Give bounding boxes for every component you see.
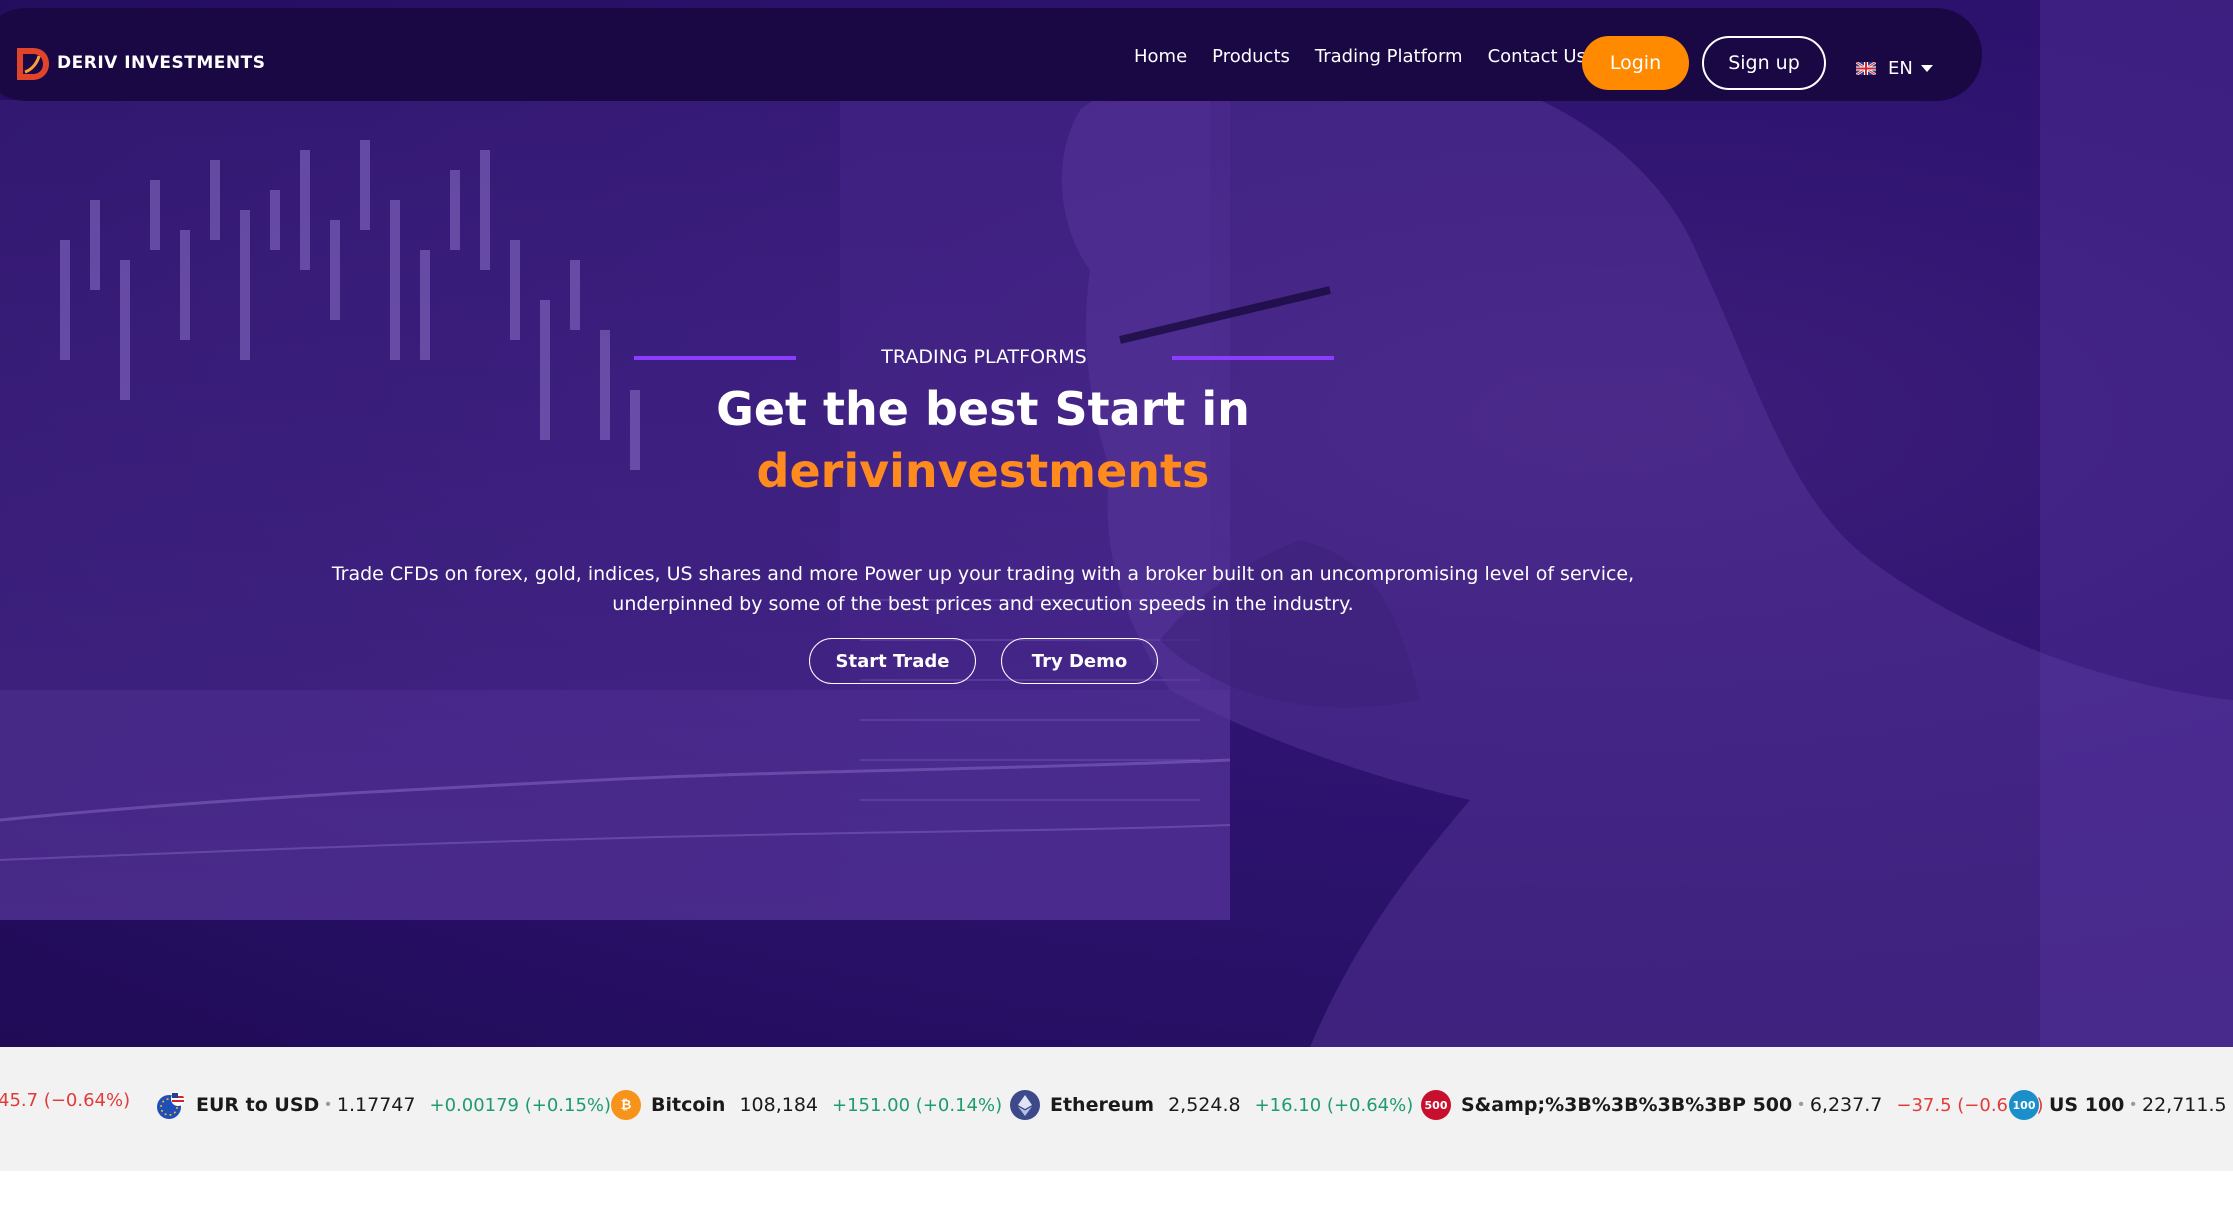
ticker-name: US 100 (2049, 1094, 2125, 1116)
us100-icon: 100 (2009, 1090, 2039, 1120)
ticker-item[interactable]: EUR to USD • 1.17747 +0.00179 (+0.15%) (156, 1090, 611, 1120)
nav-links: Home Products Trading Platform Contact U… (1134, 46, 1611, 67)
nav-link-trading-platform[interactable]: Trading Platform (1315, 46, 1463, 67)
ticker-price: 6,237.7 (1809, 1094, 1883, 1116)
market-ticker: 45.7 (−0.64%) EUR to USD • 1.17747 +0.00… (0, 1047, 2233, 1171)
brand-logo[interactable]: DERIV INVESTMENTS (13, 44, 265, 82)
ticker-change: 45.7 (−0.64%) (0, 1090, 131, 1111)
ticker-change: +0.00179 (+0.15%) (429, 1094, 612, 1116)
hero-headline-brand: derivinvestments (756, 444, 1210, 498)
language-code: EN (1888, 58, 1913, 79)
top-navbar: DERIV INVESTMENTS Home Products Trading … (0, 8, 1982, 101)
ticker-separator: • (2130, 1096, 2136, 1113)
ticker-name: EUR to USD (196, 1094, 320, 1116)
bitcoin-icon: ₿ (611, 1090, 641, 1120)
ticker-name: S&amp;%3B%3B%3B%3BP 500 (1461, 1094, 1793, 1116)
ticker-item[interactable]: 45.7 (−0.64%) (0, 1090, 130, 1111)
hero-background-art (0, 0, 2233, 1047)
hero-headline: Get the best Start in (716, 382, 1250, 436)
ethereum-icon (1010, 1090, 1040, 1120)
ticker-item[interactable]: 100 US 100 • 22,711.5 (2009, 1090, 2227, 1120)
uk-flag-icon (1856, 62, 1876, 75)
signup-button[interactable]: Sign up (1702, 36, 1826, 90)
ticker-price: 1.17747 (336, 1094, 416, 1116)
ticker-change: +151.00 (+0.14%) (832, 1094, 1003, 1116)
brand-logo-icon (17, 48, 49, 80)
ticker-separator: • (325, 1096, 331, 1113)
page: DERIV INVESTMENTS Home Products Trading … (0, 0, 2233, 1207)
ticker-item[interactable]: 500 S&amp;%3B%3B%3B%3BP 500 • 6,237.7 −3… (1421, 1090, 2044, 1120)
ticker-price: 22,711.5 (2142, 1094, 2227, 1116)
hero-section: DERIV INVESTMENTS Home Products Trading … (0, 0, 2233, 1047)
nav-link-contact-us[interactable]: Contact Us (1488, 46, 1586, 67)
nav-link-home[interactable]: Home (1134, 46, 1187, 67)
hero-eyebrow: TRADING PLATFORMS (634, 346, 1334, 376)
ticker-item[interactable]: Ethereum 2,524.8 +16.10 (+0.64%) (1010, 1090, 1413, 1120)
ticker-change: +16.10 (+0.64%) (1254, 1094, 1414, 1116)
start-trade-button[interactable]: Start Trade (809, 638, 976, 684)
ticker-price: 108,184 (739, 1094, 819, 1116)
login-button[interactable]: Login (1582, 36, 1689, 90)
nav-link-products[interactable]: Products (1212, 46, 1290, 67)
language-selector[interactable]: EN (1856, 58, 1933, 79)
ticker-name: Bitcoin (651, 1094, 726, 1116)
hero-description: Trade CFDs on forex, gold, indices, US s… (331, 563, 1635, 615)
eyebrow-divider-right (1172, 356, 1334, 360)
brand-name: DERIV INVESTMENTS (57, 53, 266, 73)
try-demo-button[interactable]: Try Demo (1001, 638, 1158, 684)
ticker-name: Ethereum (1050, 1094, 1155, 1116)
chevron-down-icon (1920, 65, 1933, 72)
eu-us-flag-icon (157, 1092, 185, 1119)
ticker-separator: • (1798, 1096, 1804, 1113)
sp500-icon: 500 (1421, 1090, 1451, 1120)
ticker-price: 2,524.8 (1168, 1094, 1241, 1116)
ticker-item[interactable]: ₿ Bitcoin 108,184 +151.00 (+0.14%) (611, 1090, 1002, 1120)
